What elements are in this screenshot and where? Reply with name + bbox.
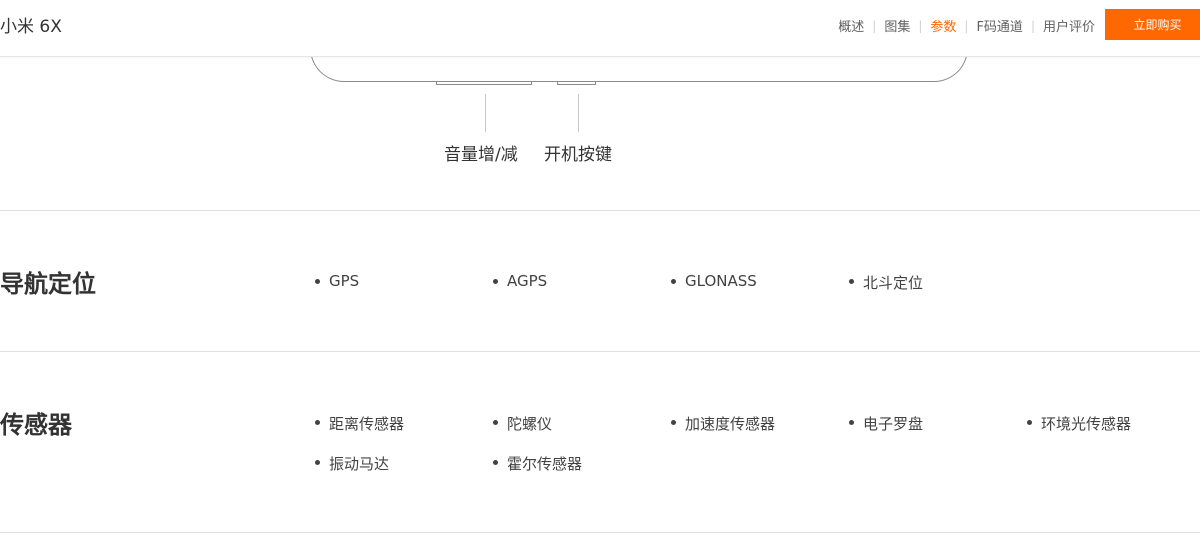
feature-item: 北斗定位 — [849, 272, 923, 293]
power-button-label: 开机按键 — [544, 145, 612, 165]
nav-item-overview[interactable]: 概述 — [838, 16, 864, 35]
section-nav: 概述 | 图集 | 参数 | F码通道 | 用户评价 — [838, 16, 1095, 36]
product-title: 小米 6X — [0, 17, 62, 37]
feature-item: AGPS — [493, 272, 547, 290]
volume-button-illustration — [436, 82, 532, 85]
nav-separator: | — [964, 18, 969, 33]
nav-item-gallery[interactable]: 图集 — [884, 16, 910, 35]
volume-leader-line — [485, 94, 486, 132]
feature-item: 距离传感器 — [315, 413, 404, 434]
power-button-illustration — [557, 82, 596, 85]
section-divider — [0, 351, 1200, 352]
section-title-sensors: 传感器 — [0, 411, 72, 439]
buy-now-button[interactable]: 立即购买 — [1105, 9, 1200, 40]
volume-button-label: 音量增/减 — [444, 145, 518, 165]
section-divider — [0, 532, 1200, 533]
nav-item-f-code[interactable]: F码通道 — [976, 16, 1022, 35]
feature-item: GPS — [315, 272, 359, 290]
nav-separator: | — [872, 18, 877, 33]
section-title-navigation: 导航定位 — [0, 270, 96, 298]
feature-item: GLONASS — [671, 272, 757, 290]
power-leader-line — [578, 94, 579, 132]
nav-item-reviews[interactable]: 用户评价 — [1043, 16, 1095, 35]
nav-item-specs[interactable]: 参数 — [930, 16, 956, 35]
feature-item: 陀螺仪 — [493, 413, 552, 434]
feature-item: 电子罗盘 — [849, 413, 923, 434]
feature-item: 霍尔传感器 — [493, 453, 582, 474]
feature-item: 振动马达 — [315, 453, 389, 474]
nav-separator: | — [918, 18, 923, 33]
top-nav-bar: 小米 6X 概述 | 图集 | 参数 | F码通道 | 用户评价 立即购买 — [0, 0, 1200, 57]
section-divider — [0, 210, 1200, 211]
feature-item: 加速度传感器 — [671, 413, 775, 434]
feature-item: 环境光传感器 — [1027, 413, 1131, 434]
nav-separator: | — [1030, 18, 1035, 33]
